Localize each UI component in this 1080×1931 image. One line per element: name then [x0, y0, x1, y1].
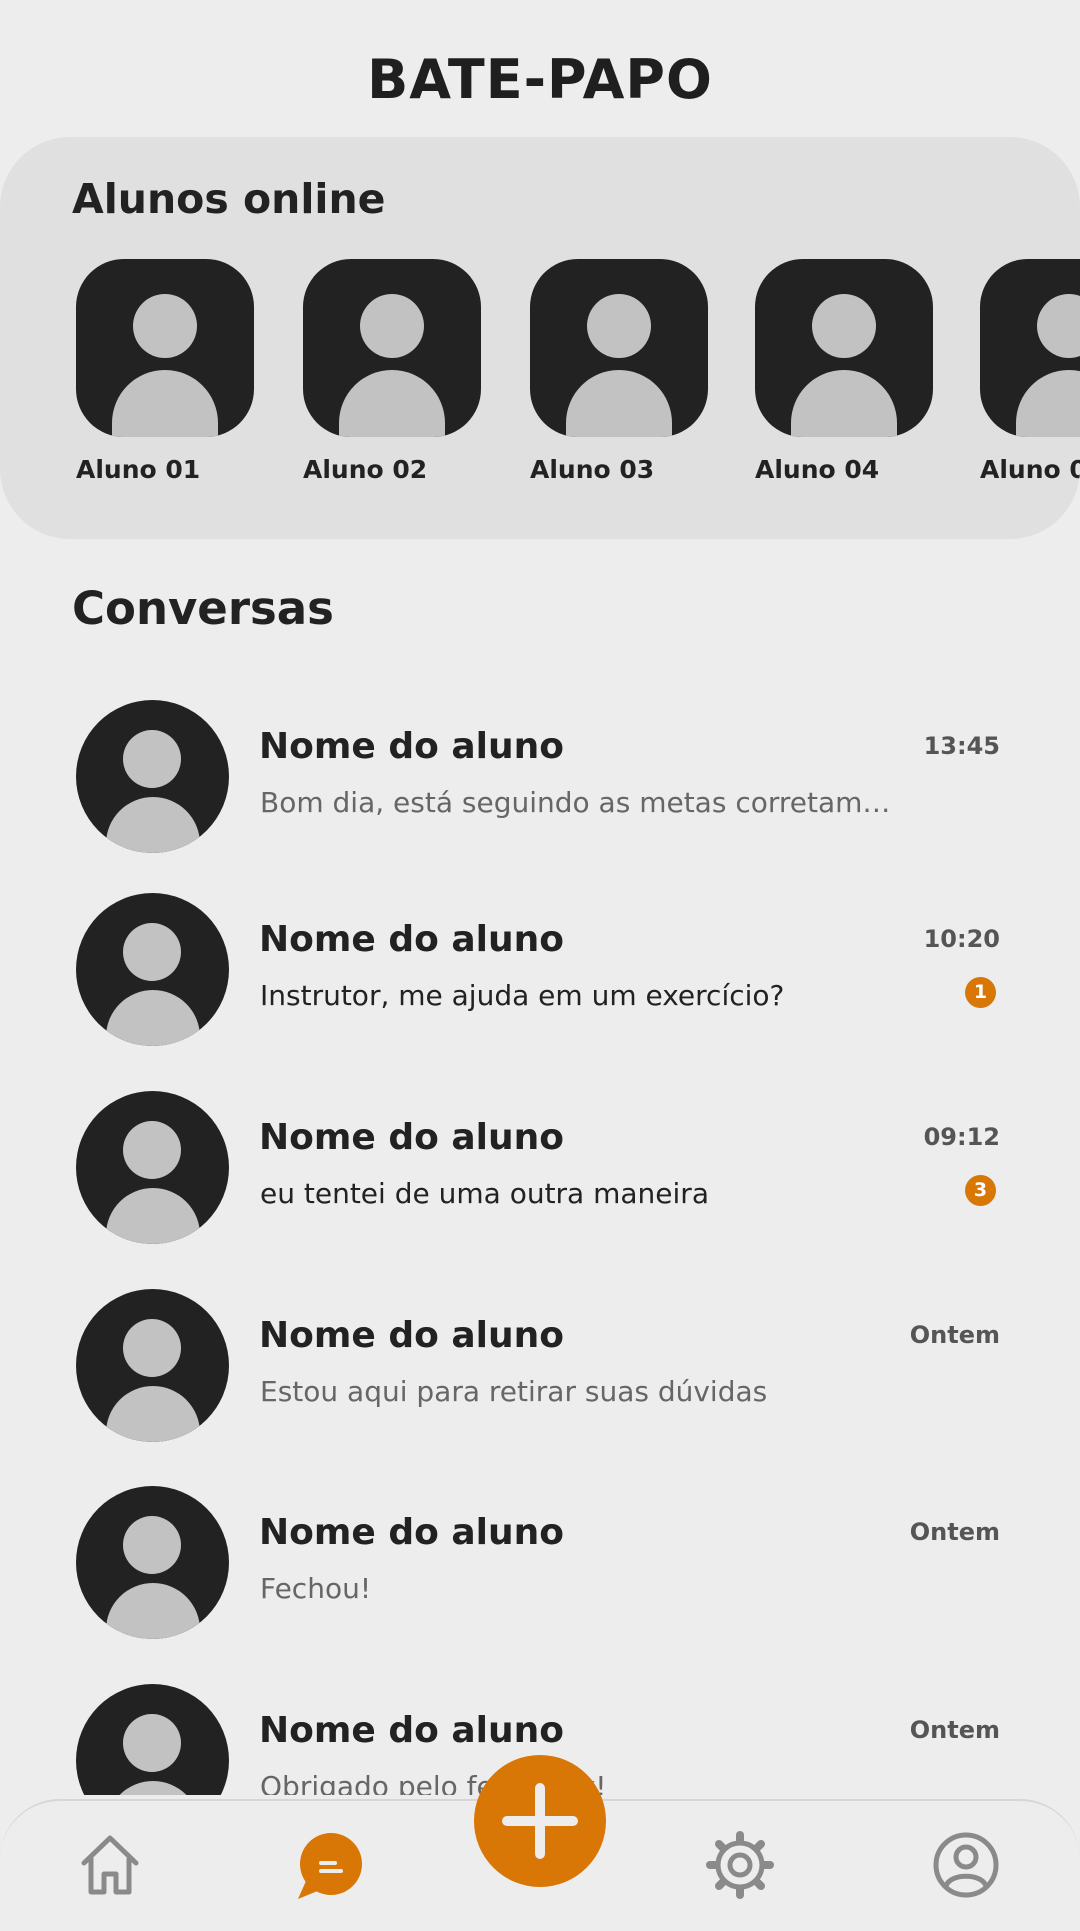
- conversation-name: Nome do aluno: [259, 726, 564, 767]
- online-student-name: Aluno 03: [530, 455, 655, 484]
- avatar: [76, 1091, 229, 1244]
- conversation-item[interactable]: Nome do aluno Instrutor, me ajuda em um …: [0, 879, 1080, 1046]
- conversation-item[interactable]: Nome do aluno Fechou! Ontem: [0, 1472, 1080, 1639]
- nav-chat-button[interactable]: [294, 1829, 366, 1901]
- conversation-time: Ontem: [909, 1716, 1000, 1744]
- conversation-list: Nome do aluno Bom dia, está seguindo as …: [0, 675, 1080, 1795]
- online-student-name: Aluno 05: [980, 455, 1080, 484]
- settings-icon: [706, 1831, 774, 1899]
- online-student-name: Aluno 01: [76, 455, 201, 484]
- nav-home-button[interactable]: [74, 1829, 146, 1901]
- avatar: [76, 1684, 229, 1795]
- plus-icon: [502, 1783, 578, 1859]
- new-conversation-button[interactable]: [474, 1755, 606, 1887]
- avatar[interactable]: [76, 259, 254, 437]
- unread-badge: 1: [965, 977, 996, 1008]
- conversation-preview: Bom dia, está seguindo as metas corretam…: [260, 786, 900, 819]
- conversation-time: 13:45: [923, 732, 1000, 760]
- online-section-title: Alunos online: [72, 175, 386, 223]
- conversations-title: Conversas: [72, 582, 334, 635]
- chat-icon: [298, 1833, 362, 1899]
- conversation-preview: Estou aqui para retirar suas dúvidas: [260, 1375, 768, 1408]
- avatar: [76, 700, 229, 853]
- online-student-name: Aluno 02: [303, 455, 428, 484]
- profile-icon: [933, 1832, 999, 1898]
- unread-badge: 3: [965, 1175, 996, 1206]
- conversation-name: Nome do aluno: [259, 1117, 564, 1158]
- conversation-preview: Fechou!: [260, 1572, 372, 1605]
- online-student-name: Aluno 04: [755, 455, 880, 484]
- page-title: BATE-PAPO: [367, 48, 713, 111]
- conversation-time: 10:20: [923, 925, 1000, 953]
- avatar[interactable]: [303, 259, 481, 437]
- nav-profile-button[interactable]: [930, 1829, 1002, 1901]
- conversation-name: Nome do aluno: [259, 1710, 564, 1751]
- online-student-item[interactable]: Aluno 04: [755, 259, 945, 484]
- conversation-preview: Instrutor, me ajuda em um exercício?: [260, 979, 785, 1012]
- avatar: [76, 893, 229, 1046]
- conversation-time: 09:12: [923, 1123, 1000, 1151]
- conversation-item[interactable]: Nome do aluno eu tentei de uma outra man…: [0, 1077, 1080, 1244]
- conversation-time: Ontem: [909, 1321, 1000, 1349]
- conversation-preview: eu tentei de uma outra maneira: [260, 1177, 709, 1210]
- online-students-panel: Alunos online Aluno 01 Aluno 02 Aluno 03…: [0, 137, 1080, 539]
- avatar[interactable]: [755, 259, 933, 437]
- conversation-item[interactable]: Nome do aluno Bom dia, está seguindo as …: [0, 686, 1080, 853]
- online-student-item[interactable]: Aluno 02: [303, 259, 493, 484]
- avatar[interactable]: [980, 259, 1080, 437]
- avatar: [76, 1486, 229, 1639]
- conversation-name: Nome do aluno: [259, 1512, 564, 1553]
- home-icon: [81, 1835, 139, 1895]
- conversation-item[interactable]: Nome do aluno Estou aqui para retirar su…: [0, 1275, 1080, 1442]
- online-student-item[interactable]: Aluno 03: [530, 259, 720, 484]
- avatar: [76, 1289, 229, 1442]
- conversation-time: Ontem: [909, 1518, 1000, 1546]
- conversation-name: Nome do aluno: [259, 1315, 564, 1356]
- avatar[interactable]: [530, 259, 708, 437]
- conversation-name: Nome do aluno: [259, 919, 564, 960]
- online-student-item[interactable]: Aluno 01: [76, 259, 266, 484]
- online-student-item[interactable]: Aluno 05: [980, 259, 1080, 484]
- nav-settings-button[interactable]: [704, 1829, 776, 1901]
